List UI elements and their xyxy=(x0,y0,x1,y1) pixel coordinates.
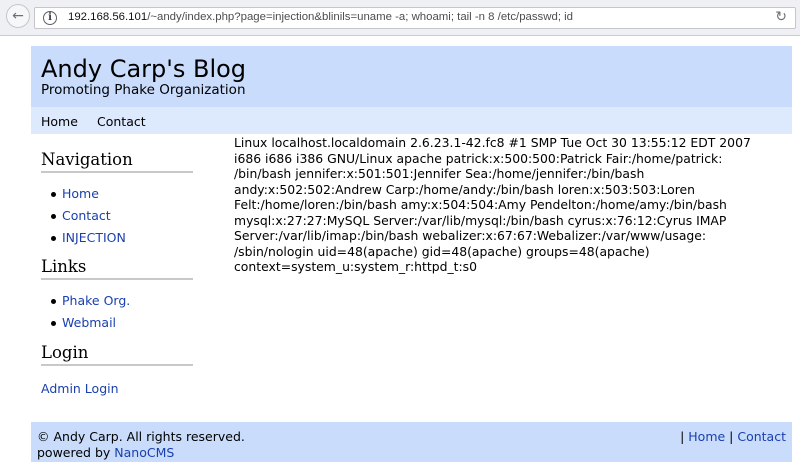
site-subtitle: Promoting Phake Organization xyxy=(41,82,246,98)
links-heading: Links xyxy=(41,257,193,280)
admin-login-link[interactable]: Admin Login xyxy=(41,381,119,396)
login-heading: Login xyxy=(41,343,193,366)
page: Andy Carp's Blog Promoting Phake Organiz… xyxy=(31,46,792,462)
list-item: Contact xyxy=(41,205,193,227)
footer-home-link[interactable]: Home xyxy=(688,429,725,444)
footer-links: | Home | Contact xyxy=(680,429,786,444)
info-icon[interactable]: i xyxy=(43,11,57,25)
navigation-heading: Navigation xyxy=(41,150,193,173)
list-item: Phake Org. xyxy=(41,290,193,312)
top-navigation: Home Contact xyxy=(31,107,792,134)
webmail-link[interactable]: Webmail xyxy=(62,315,116,330)
browser-toolbar: ← i 192.168.56.101/~andy/index.php?page=… xyxy=(0,0,800,36)
site-footer: © Andy Carp. All rights reserved. powere… xyxy=(31,422,792,462)
powered-by: powered by NanoCMS xyxy=(37,445,175,460)
url-text: 192.168.56.101/~andy/index.php?page=inje… xyxy=(68,11,574,23)
command-output: Linux localhost.localdomain 2.6.23.1-42.… xyxy=(234,135,751,274)
links-list: Phake Org. Webmail xyxy=(41,290,193,334)
topnav-home-link[interactable]: Home xyxy=(41,114,78,129)
footer-contact-link[interactable]: Contact xyxy=(737,429,786,444)
list-item: INJECTION xyxy=(41,227,193,249)
back-arrow-icon: ← xyxy=(12,8,24,24)
list-item: Home xyxy=(41,183,193,205)
sidebar-home-link[interactable]: Home xyxy=(62,186,99,201)
site-title: Andy Carp's Blog xyxy=(41,55,247,83)
site-header: Andy Carp's Blog Promoting Phake Organiz… xyxy=(31,46,792,107)
sidebar: Navigation Home Contact INJECTION Links … xyxy=(41,150,193,397)
reload-icon[interactable]: ↻ xyxy=(775,9,787,25)
navigation-list: Home Contact INJECTION xyxy=(41,183,193,249)
address-bar[interactable]: i 192.168.56.101/~andy/index.php?page=in… xyxy=(34,7,796,29)
topnav-contact-link[interactable]: Contact xyxy=(97,114,146,129)
list-item: Webmail xyxy=(41,312,193,334)
sidebar-contact-link[interactable]: Contact xyxy=(62,208,111,223)
sidebar-injection-link[interactable]: INJECTION xyxy=(62,230,126,245)
phake-org-link[interactable]: Phake Org. xyxy=(62,293,130,308)
back-button[interactable]: ← xyxy=(6,4,30,28)
nanocms-link[interactable]: NanoCMS xyxy=(114,445,174,460)
copyright-text: © Andy Carp. All rights reserved. xyxy=(37,429,245,444)
